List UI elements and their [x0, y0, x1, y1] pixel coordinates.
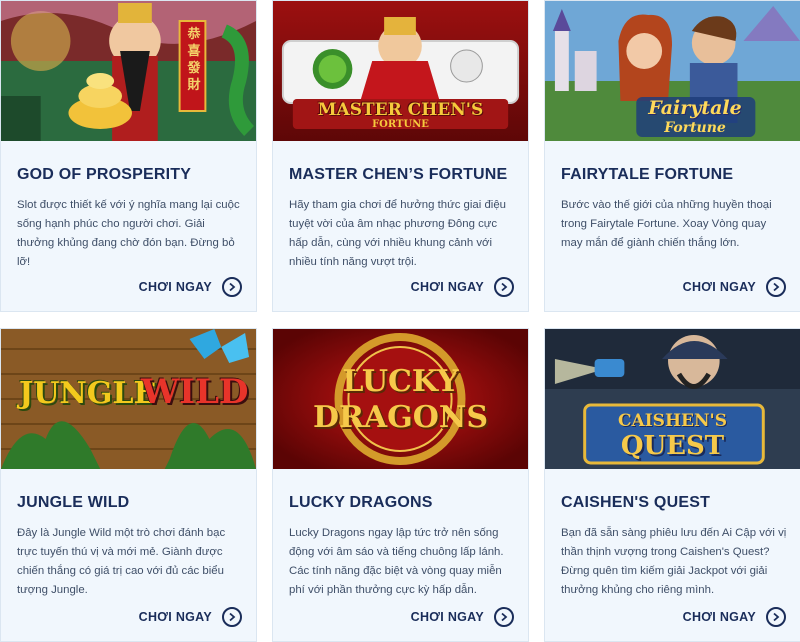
game-thumbnail[interactable]: LUCKY DRAGONS — [273, 329, 528, 469]
play-now-label: CHƠI NGAY — [410, 280, 484, 294]
play-now-label: CHƠI NGAY — [138, 610, 212, 624]
thumbnail-caption: Fairytale — [648, 97, 742, 119]
game-thumbnail[interactable]: CAISHEN'S QUEST — [545, 329, 800, 469]
play-now-label: CHƠI NGAY — [138, 280, 212, 294]
god-of-prosperity-artwork — [1, 1, 256, 141]
chevron-right-circle-icon — [766, 607, 786, 627]
game-title: LUCKY DRAGONS — [289, 494, 433, 511]
chevron-right-circle-icon — [222, 607, 242, 627]
game-thumbnail[interactable]: 恭喜發財 — [1, 1, 256, 141]
thumbnail-subcaption: QUEST — [620, 431, 725, 461]
thumbnail-caption: MASTER CHEN'S — [317, 100, 484, 120]
thumbnail-caption: JUNGLE — [19, 376, 157, 411]
game-title: MASTER CHEN’S FORTUNE — [289, 166, 508, 183]
chevron-right-circle-icon — [222, 277, 242, 297]
game-card-master-chens-fortune[interactable]: MASTER CHEN'S FORTUNE MASTER CHEN’S FORT… — [272, 0, 529, 312]
game-description: Hãy tham gia chơi để hưởng thức giai điệ… — [289, 199, 506, 268]
play-now-link[interactable]: CHƠI NGAY — [411, 277, 514, 297]
thumbnail-caption: LUCKY — [342, 364, 459, 399]
game-card-lucky-dragons[interactable]: LUCKY DRAGONS LUCKY DRAGONS Lucky Dragon… — [272, 328, 529, 642]
thumbnail-subcaption: Fortune — [664, 120, 726, 136]
game-thumbnail[interactable]: MASTER CHEN'S FORTUNE — [273, 1, 528, 141]
game-card-fairytale-fortune[interactable]: Fairytale Fortune FAIRYTALE FORTUNE Bước… — [544, 0, 800, 312]
game-title: FAIRYTALE FORTUNE — [561, 166, 734, 183]
game-title: JUNGLE WILD — [17, 494, 130, 511]
game-thumbnail[interactable]: Fairytale Fortune — [545, 1, 800, 141]
game-card-god-of-prosperity[interactable]: 恭喜發財 GOD OF PROSPERITY Slot được thiết k… — [0, 0, 257, 312]
game-description: Slot được thiết kế với ý nghĩa mang lại … — [17, 199, 240, 268]
game-description: Bước vào thế giới của những huyền thoại … — [561, 199, 772, 249]
game-card-caishens-quest[interactable]: CAISHEN'S QUEST CAISHEN'S QUEST Bạn đã s… — [544, 328, 800, 642]
play-now-link[interactable]: CHƠI NGAY — [411, 607, 514, 627]
chevron-right-circle-icon — [766, 277, 786, 297]
play-now-link[interactable]: CHƠI NGAY — [683, 277, 786, 297]
play-now-link[interactable]: CHƠI NGAY — [139, 607, 242, 627]
lucky-dragons-artwork — [273, 329, 528, 469]
game-title: CAISHEN'S QUEST — [561, 494, 711, 511]
thumbnail-subcaption: DRAGONS — [312, 400, 489, 435]
game-card-jungle-wild[interactable]: JUNGLE WILD JUNGLE WILD Đây là Jungle Wi… — [0, 328, 257, 642]
play-now-label: CHƠI NGAY — [410, 610, 484, 624]
chevron-right-circle-icon — [494, 607, 514, 627]
game-thumbnail[interactable]: JUNGLE WILD — [1, 329, 256, 469]
play-now-label: CHƠI NGAY — [682, 280, 756, 294]
game-description: Đây là Jungle Wild một trò chơi đánh bạc… — [17, 527, 226, 596]
thumbnail-caption: CAISHEN'S — [618, 411, 727, 431]
play-now-link[interactable]: CHƠI NGAY — [683, 607, 786, 627]
game-description: Lucky Dragons ngay lập tức trở nên sống … — [289, 527, 504, 596]
thumbnail-subcaption: FORTUNE — [372, 119, 429, 130]
play-now-label: CHƠI NGAY — [682, 610, 756, 624]
play-now-link[interactable]: CHƠI NGAY — [139, 277, 242, 297]
game-title: GOD OF PROSPERITY — [17, 166, 192, 183]
thumbnail-subcaption: WILD — [141, 372, 249, 412]
chevron-right-circle-icon — [494, 277, 514, 297]
game-description: Bạn đã sẵn sàng phiêu lưu đến Ai Cập với… — [561, 527, 787, 596]
thumbnail-caption: 恭喜發財 — [187, 27, 201, 93]
